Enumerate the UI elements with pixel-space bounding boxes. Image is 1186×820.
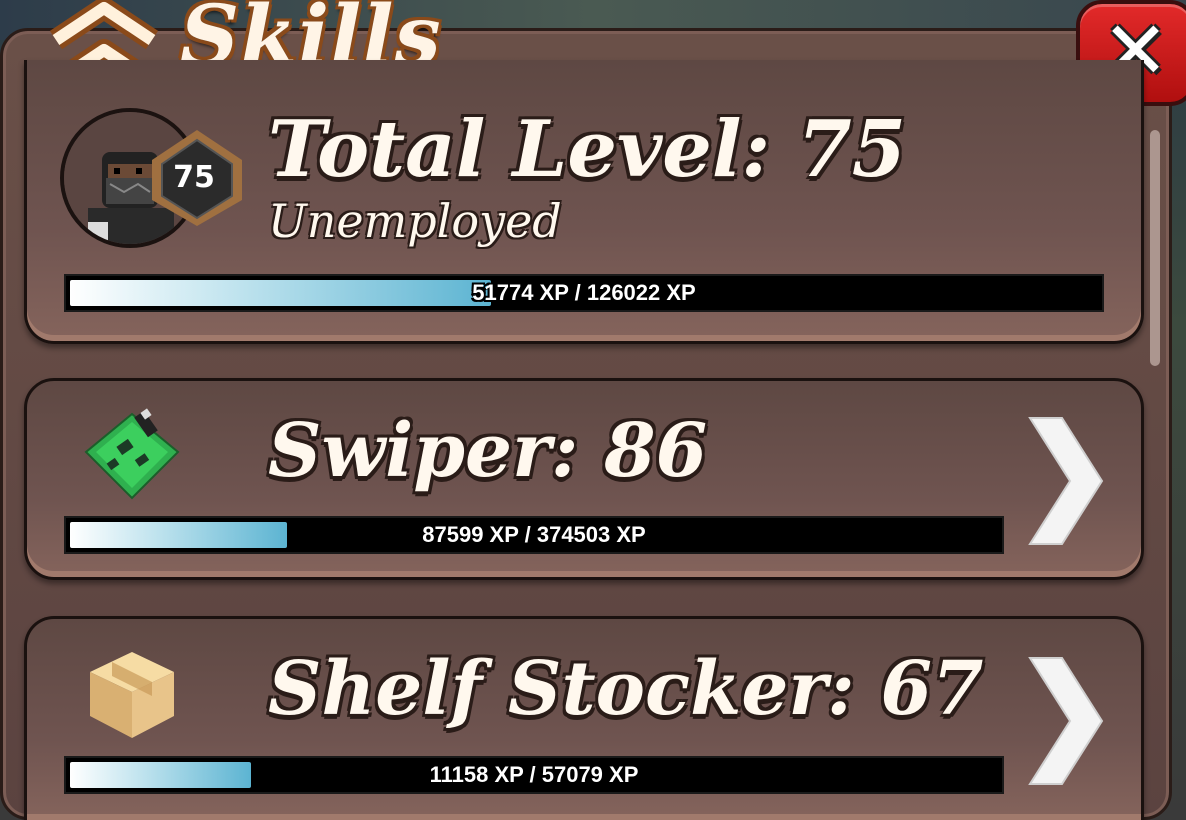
swiper-xp-text: 87599 XP / 374503 XP — [422, 522, 646, 547]
skill-title-shelf-stocker: Shelf Stocker: 67 — [268, 646, 984, 732]
shelf-stocker-xp-bar: 11158 XP / 57079 XP — [64, 756, 1004, 794]
chevron-right-icon[interactable] — [1026, 416, 1106, 546]
level-badge: 75 — [173, 160, 215, 195]
skill-title-swiper: Swiper: 86 — [268, 408, 708, 494]
total-level-title: Total Level: 75 — [268, 104, 907, 195]
chevron-right-icon[interactable] — [1026, 656, 1106, 786]
circuit-board-icon — [84, 408, 180, 500]
shelf-stocker-xp-text: 11158 XP / 57079 XP — [429, 762, 639, 787]
scrollbar[interactable] — [1150, 130, 1160, 366]
job-title: Unemployed — [268, 194, 562, 248]
total-xp-text: 51774 XP / 126022 XP — [472, 280, 696, 305]
cardboard-box-icon — [90, 652, 174, 738]
total-xp-bar: 51774 XP / 126022 XP — [64, 274, 1104, 312]
swiper-xp-bar: 87599 XP / 374503 XP — [64, 516, 1004, 554]
